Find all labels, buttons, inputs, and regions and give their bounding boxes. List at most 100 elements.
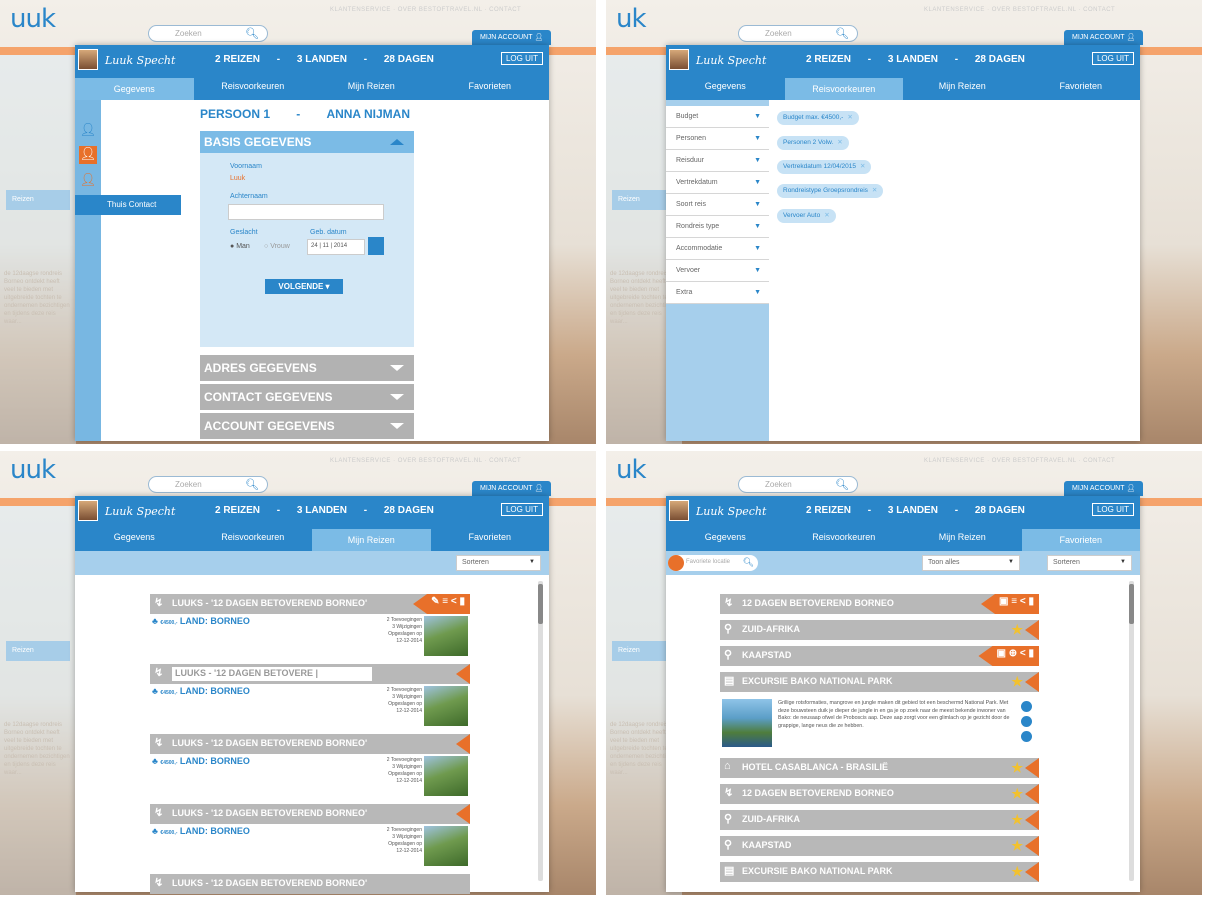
list-icon[interactable]: ≡ <box>442 596 448 607</box>
chip-vervoer[interactable]: Vervoer Auto ✕ <box>777 209 836 223</box>
scrollbar[interactable] <box>1129 581 1134 881</box>
trip-card[interactable]: ↯ LUUKS - '12 DAGEN BETOVEREND BORNEO' <box>150 874 470 894</box>
chip-personen[interactable]: Personen 2 Volw. ✕ <box>777 136 849 150</box>
tab-favorieten[interactable]: Favorieten <box>1022 75 1141 100</box>
account-gegevens-header[interactable]: ACCOUNT GEGEVENS <box>200 413 414 439</box>
chip-rondreistype[interactable]: Rondreistype Groepsrondreis ✕ <box>777 184 884 198</box>
person-add-icon[interactable]: 👤︎ <box>79 172 97 190</box>
star-icon[interactable]: ★ <box>1011 674 1023 690</box>
list-icon[interactable]: ≡ <box>1011 596 1017 607</box>
trip-card[interactable]: ↯ LUUKS - '12 DAGEN BETOVEREND BORNEO' ♣ … <box>150 804 470 870</box>
my-account-button[interactable]: MIJN ACCOUNT 👤︎ <box>1064 30 1144 45</box>
site-logo[interactable]: uuk <box>10 4 56 34</box>
add-circle-icon[interactable]: ⊕ <box>1009 648 1017 659</box>
tab-mijn-reizen[interactable]: Mijn Reizen <box>312 529 431 551</box>
star-icon[interactable]: ★ <box>1011 864 1023 880</box>
person-edit-icon[interactable]: 👤︎ <box>79 146 97 164</box>
site-search-input[interactable]: Zoeken 🔍︎ <box>148 476 268 493</box>
collapse-circle-icon[interactable] <box>1021 716 1032 727</box>
top-links[interactable]: KLANTENSERVICE · OVER BESTOFTRAVEL.NL · … <box>924 458 1115 464</box>
radio-man[interactable]: ● Man <box>230 243 250 250</box>
favorite-item[interactable]: ⚲ KAAPSTAD ▣ ⊕ < ▮ <box>720 646 1039 666</box>
expand-arrow-icon[interactable] <box>1025 810 1039 830</box>
my-account-button[interactable]: MIJN ACCOUNT 👤︎ <box>1064 481 1144 496</box>
remove-circle-icon[interactable] <box>1021 701 1032 712</box>
tab-gegevens[interactable]: Gegevens <box>75 526 194 551</box>
site-logo[interactable]: uk <box>616 455 647 485</box>
favorite-item[interactable]: ↯ 12 DAGEN BETOVEREND BORNEO ▣ ≡ < ▮ <box>720 594 1039 614</box>
favorite-item[interactable]: ▤ EXCURSIE BAKO NATIONAL PARK ★ <box>720 672 1039 692</box>
logout-button[interactable]: LOG UIT <box>500 503 543 516</box>
expand-arrow-icon[interactable] <box>456 664 470 684</box>
filter-extra[interactable]: Extra <box>666 282 769 304</box>
chip-remove-icon[interactable]: ✕ <box>872 187 877 194</box>
calendar-icon[interactable]: ▣ <box>996 648 1005 659</box>
scrollbar-thumb[interactable] <box>1129 584 1134 624</box>
calendar-icon[interactable] <box>368 237 384 255</box>
tab-favorieten[interactable]: Favorieten <box>431 526 550 551</box>
filter-budget[interactable]: Budget <box>666 106 769 128</box>
chip-remove-icon[interactable]: ✕ <box>860 163 865 170</box>
voornaam-value[interactable]: Luuk <box>230 175 245 182</box>
expand-arrow-icon[interactable] <box>1025 620 1039 640</box>
scrollbar[interactable] <box>538 581 543 881</box>
filter-personen[interactable]: Personen <box>666 128 769 150</box>
tab-reisvoorkeuren[interactable]: Reisvoorkeuren <box>194 75 313 100</box>
trash-icon[interactable]: ▮ <box>459 596 465 607</box>
star-icon[interactable]: ★ <box>1011 838 1023 854</box>
favorite-item[interactable]: ⚲ ZUID-AFRIKA ★ <box>720 810 1039 830</box>
star-icon[interactable]: ★ <box>1011 622 1023 638</box>
logout-button[interactable]: LOG UIT <box>500 52 543 65</box>
expand-arrow-icon[interactable] <box>1025 836 1039 856</box>
scrollbar-thumb[interactable] <box>538 584 543 624</box>
search-icon[interactable]: 🔍︎ <box>245 27 259 40</box>
sort-dropdown[interactable]: Sorteren <box>456 555 541 571</box>
site-search-input[interactable]: Zoeken 🔍︎ <box>148 25 268 42</box>
search-icon[interactable]: 🔍︎ <box>835 478 849 491</box>
chip-remove-icon[interactable]: ✕ <box>847 114 852 121</box>
location-search-input[interactable]: Favoriete locatie 🔍︎ <box>668 555 758 571</box>
site-logo[interactable]: uuk <box>10 455 56 485</box>
tab-reisvoorkeuren[interactable]: Reisvoorkeuren <box>194 526 313 551</box>
geb-datum-input[interactable]: 24 | 11 | 2014 <box>307 239 365 255</box>
filter-dropdown[interactable]: Toon alles <box>922 555 1020 571</box>
chip-budget[interactable]: Budget max. €4500,- ✕ <box>777 111 859 125</box>
chip-remove-icon[interactable]: ✕ <box>837 139 842 146</box>
expand-arrow-icon[interactable] <box>1025 784 1039 804</box>
adres-gegevens-header[interactable]: ADRES GEGEVENS <box>200 355 414 381</box>
site-search-input[interactable]: Zoeken 🔍︎ <box>738 25 858 42</box>
basis-gegevens-header[interactable]: BASIS GEGEVENS <box>200 131 414 153</box>
trash-icon[interactable]: ▮ <box>1028 648 1034 659</box>
filter-soort-reis[interactable]: Soort reis <box>666 194 769 216</box>
info-circle-icon[interactable] <box>1021 731 1032 742</box>
tab-mijn-reizen[interactable]: Mijn Reizen <box>903 75 1022 100</box>
filter-vertrekdatum[interactable]: Vertrekdatum <box>666 172 769 194</box>
my-account-button[interactable]: MIJN ACCOUNT 👤︎ <box>472 30 552 45</box>
achternaam-input[interactable] <box>228 204 384 220</box>
favorite-item[interactable]: ⚲ ZUID-AFRIKA ★ <box>720 620 1039 640</box>
tab-favorieten[interactable]: Favorieten <box>1021 529 1140 551</box>
top-links[interactable]: KLANTENSERVICE · OVER BESTOFTRAVEL.NL · … <box>330 458 521 464</box>
filter-reisduur[interactable]: Reisduur <box>666 150 769 172</box>
trip-card[interactable]: ↯ LUUKS - '12 DAGEN BETOVERE | ♣ €4500,-… <box>150 664 470 730</box>
site-logo[interactable]: uk <box>616 4 647 34</box>
expand-arrow-icon[interactable] <box>456 804 470 824</box>
expand-arrow-icon[interactable] <box>1025 758 1039 778</box>
expand-arrow-icon[interactable] <box>1025 862 1039 882</box>
star-icon[interactable]: ★ <box>1011 786 1023 802</box>
favorite-item[interactable]: ▤ EXCURSIE BAKO NATIONAL PARK ★ <box>720 862 1039 882</box>
tab-gegevens[interactable]: Gegevens <box>666 526 785 551</box>
volgende-button[interactable]: VOLGENDE ▾ <box>265 279 343 294</box>
person-icon[interactable]: 👤︎ <box>79 122 97 140</box>
share-icon[interactable]: < <box>1020 648 1026 659</box>
site-search-input[interactable]: Zoeken 🔍︎ <box>738 476 858 493</box>
contact-gegevens-header[interactable]: CONTACT GEGEVENS <box>200 384 414 410</box>
logout-button[interactable]: LOG UIT <box>1091 52 1134 65</box>
trash-icon[interactable]: ▮ <box>1028 596 1034 607</box>
filter-rondreis-type[interactable]: Rondreis type <box>666 216 769 238</box>
tab-reisvoorkeuren[interactable]: Reisvoorkeuren <box>785 526 904 551</box>
tab-mijn-reizen[interactable]: Mijn Reizen <box>312 75 431 100</box>
radio-vrouw[interactable]: ○ Vrouw <box>264 243 290 250</box>
share-icon[interactable]: < <box>451 596 457 607</box>
sort-dropdown[interactable]: Sorteren <box>1047 555 1132 571</box>
